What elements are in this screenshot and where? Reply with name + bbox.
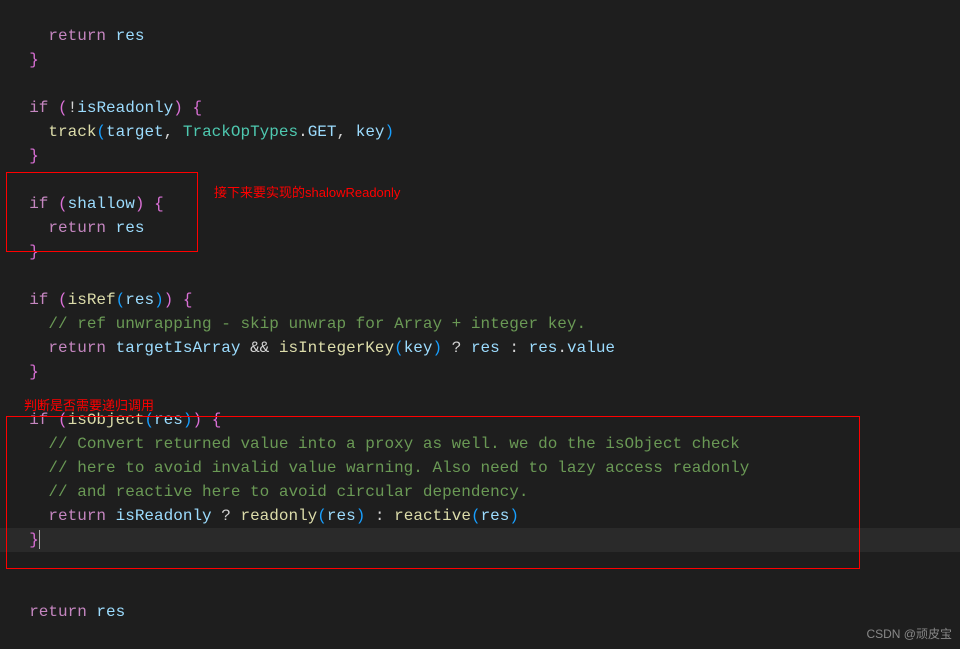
code-line: // and reactive here to avoid circular d… xyxy=(10,483,528,501)
code-line xyxy=(10,387,20,405)
code-line: track(target, TrackOpTypes.GET, key) xyxy=(10,123,394,141)
annotation-recursive: 判断是否需要递归调用 xyxy=(24,396,154,416)
code-line: // ref unwrapping - skip unwrap for Arra… xyxy=(10,315,586,333)
code-line: } xyxy=(10,147,39,165)
code-line: return res xyxy=(10,27,144,45)
code-line: // here to avoid invalid value warning. … xyxy=(10,459,749,477)
code-line: return targetIsArray && isIntegerKey(key… xyxy=(10,339,615,357)
code-editor[interactable]: return res } if (!isReadonly) { track(ta… xyxy=(0,0,960,624)
code-line xyxy=(10,579,20,597)
code-line: return res xyxy=(10,603,125,621)
code-line: if (isRef(res)) { xyxy=(10,291,193,309)
code-line: if (shallow) { xyxy=(10,195,164,213)
annotation-shallow: 接下来要实现的shalowReadonly xyxy=(214,183,400,203)
watermark: CSDN @顽皮宝 xyxy=(866,625,952,643)
code-line: return res xyxy=(10,219,144,237)
code-line: } xyxy=(10,51,39,69)
code-line xyxy=(10,75,20,93)
code-line xyxy=(10,171,20,189)
code-line-active: } xyxy=(0,528,960,552)
code-line xyxy=(10,267,20,285)
code-line: return isReadonly ? readonly(res) : reac… xyxy=(10,507,519,525)
code-line: // Convert returned value into a proxy a… xyxy=(10,435,740,453)
code-line: } xyxy=(10,363,39,381)
code-line: } xyxy=(10,243,39,261)
code-line: if (!isReadonly) { xyxy=(10,99,202,117)
